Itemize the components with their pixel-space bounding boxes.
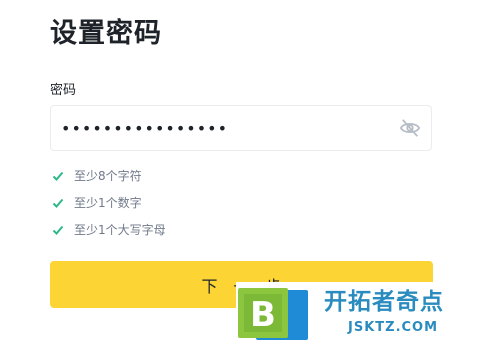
watermark-url: JSKTZ.COM [348,320,439,335]
eye-slash-icon[interactable] [399,118,421,138]
rule-uppercase: 至少1个大写字母 [52,216,166,243]
password-field[interactable] [50,105,432,151]
check-icon [52,225,64,235]
rule-text: 至少1个数字 [74,195,142,210]
watermark-logo-letter: B [250,295,276,335]
password-input[interactable] [61,106,381,150]
page-title: 设置密码 [50,18,162,49]
password-rules: 至少8个字符 至少1个数字 至少1个大写字母 [52,162,166,243]
set-password-page: 设置密码 密码 至少8个字符 至少1个数字 至少1个大写字母 [0,0,484,344]
rule-digit: 至少1个数字 [52,189,166,216]
check-icon [52,171,64,181]
rule-text: 至少8个字符 [74,168,142,183]
watermark: B 开拓者奇点 JSKTZ.COM [236,282,484,344]
check-icon [52,198,64,208]
rule-text: 至少1个大写字母 [74,222,166,237]
watermark-logo: B [238,288,308,340]
rule-min-length: 至少8个字符 [52,162,166,189]
password-label: 密码 [50,83,77,98]
watermark-name: 开拓者奇点 [324,289,444,315]
